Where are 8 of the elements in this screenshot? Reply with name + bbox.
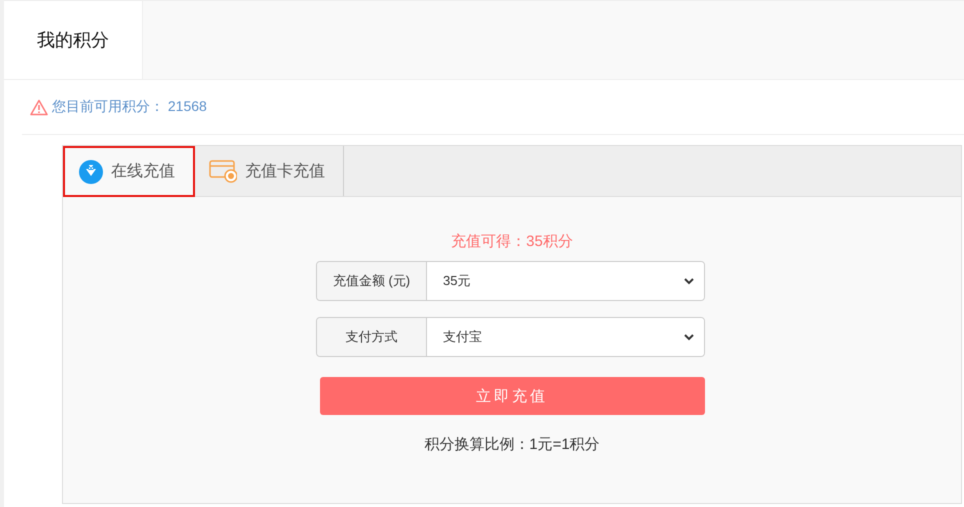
card-icon <box>209 159 237 183</box>
page-tab[interactable]: 我的积分 <box>4 1 143 79</box>
points-notice: 您目前可用积分： 21568 <box>52 98 207 116</box>
recharge-tab[interactable]: 在线充值 <box>63 146 195 197</box>
warning-icon <box>30 98 48 116</box>
recharge-tab[interactable]: 充值卡充值 <box>195 146 344 196</box>
bonus-text: 充值可得：35积分 <box>451 232 573 251</box>
ratio-text: 积分换算比例：1元=1积分 <box>424 435 600 454</box>
